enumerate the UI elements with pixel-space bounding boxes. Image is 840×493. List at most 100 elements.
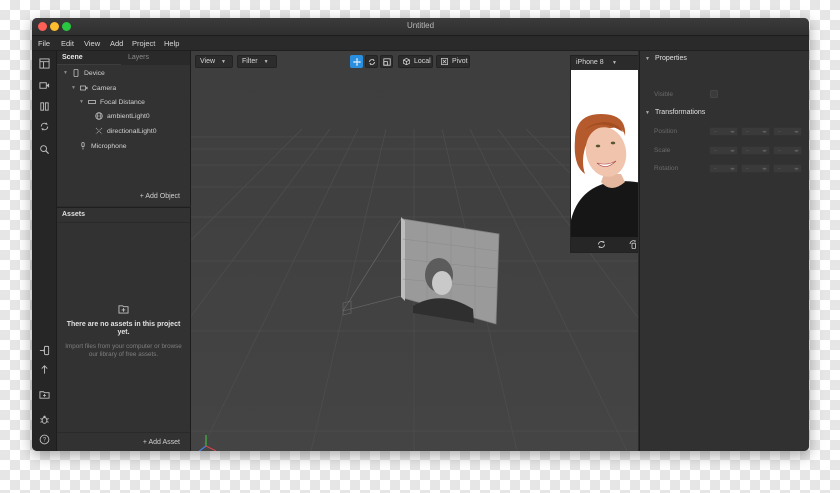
field-value: – [778, 148, 781, 154]
device-preview-header: iPhone 8 ▼ ≡ [571, 56, 638, 69]
tab-scene[interactable]: Scene [62, 54, 83, 61]
view-dropdown[interactable]: View ▼ [195, 55, 233, 68]
visible-checkbox[interactable] [710, 90, 718, 98]
view-dropdown-label: View [200, 58, 216, 65]
zoom-icon[interactable] [37, 142, 51, 156]
microphone-icon [79, 142, 87, 150]
tree-item-device[interactable]: ▼ Device [63, 67, 105, 79]
position-z-field[interactable]: – ◂▸ [773, 127, 802, 136]
stepper-icon: ◂▸ [761, 148, 767, 154]
send-to-device-icon[interactable] [37, 343, 51, 357]
layout-icon[interactable] [37, 56, 51, 70]
menu-add[interactable]: Add [110, 39, 123, 48]
tree-item-label: Microphone [91, 142, 127, 150]
add-asset-button[interactable]: + Add Asset [143, 439, 180, 446]
properties-title: Properties [654, 55, 687, 62]
divider [57, 432, 190, 433]
tree-item-ambient-light[interactable]: ambientLight0 [95, 110, 150, 122]
pivot-label: Pivot [452, 58, 468, 65]
columns-icon[interactable] [37, 99, 51, 113]
cube-icon [403, 58, 410, 65]
add-object-button[interactable]: + Add Object [140, 193, 180, 200]
scale-x-field[interactable]: – ◂▸ [709, 146, 738, 155]
rotate-icon [368, 58, 375, 65]
rotate-tool-button[interactable] [365, 55, 378, 68]
tree-item-focal-distance[interactable]: ▼ Focal Distance [79, 96, 145, 108]
rotation-label: Rotation [654, 165, 679, 172]
device-select[interactable]: iPhone 8 [576, 59, 604, 66]
scale-icon [382, 57, 391, 66]
field-value: – [714, 166, 717, 172]
empty-assets-hint: Import files from your computer or brows… [65, 343, 182, 358]
stepper-icon: ◂▸ [793, 129, 799, 135]
scale-tool-button[interactable] [380, 55, 393, 68]
rotation-y-field[interactable]: – ◂▸ [741, 164, 770, 173]
flip-camera-icon[interactable] [597, 240, 606, 249]
video-icon[interactable] [37, 78, 51, 92]
help-icon[interactable]: ? [37, 432, 51, 446]
move-tool-button[interactable] [350, 55, 363, 68]
tree-item-camera[interactable]: ▼ Camera [71, 82, 116, 94]
chevron-down-icon[interactable]: ▼ [612, 60, 617, 66]
title-bar: Untitled [32, 18, 809, 36]
rotation-z-field[interactable]: – ◂▸ [773, 164, 802, 173]
rotation-x-field[interactable]: – ◂▸ [709, 164, 738, 173]
stepper-icon: ◂▸ [793, 166, 799, 172]
camera-feed-image [571, 70, 638, 238]
local-space-label: Local [414, 58, 431, 65]
filter-dropdown[interactable]: Filter ▼ [237, 55, 277, 68]
tree-item-label: Focal Distance [100, 98, 145, 106]
pivot-button[interactable]: Pivot [436, 55, 470, 68]
light-icon [95, 127, 103, 135]
position-y-field[interactable]: – ◂▸ [741, 127, 770, 136]
transformations-section-header[interactable]: ▼ Transformations [645, 109, 705, 116]
sync-icon[interactable] [37, 119, 51, 133]
empty-assets-title: There are no assets in this project yet. [66, 321, 181, 336]
stepper-icon: ◂▸ [761, 129, 767, 135]
device-preview-footer [571, 237, 638, 252]
device-preview: iPhone 8 ▼ ≡ [570, 55, 638, 253]
tree-item-label: Camera [92, 84, 117, 92]
scene-tabs: Scene Layers [57, 51, 190, 65]
expand-triangle-icon[interactable]: ▼ [63, 70, 68, 76]
folder-icon[interactable] [37, 387, 51, 401]
divider [57, 222, 190, 223]
menu-project[interactable]: Project [132, 39, 155, 48]
stepper-icon: ◂▸ [729, 166, 735, 172]
add-folder-icon [118, 304, 129, 316]
position-x-field[interactable]: – ◂▸ [709, 127, 738, 136]
scale-y-field[interactable]: – ◂▸ [741, 146, 770, 155]
stepper-icon: ◂▸ [729, 148, 735, 154]
field-value: – [746, 148, 749, 154]
menu-edit[interactable]: Edit [61, 39, 74, 48]
properties-panel: ▼ Properties Visible ▼ Transformations P… [639, 51, 809, 451]
app-window: Untitled File Edit View Add Project Help [32, 18, 809, 451]
properties-section-header[interactable]: ▼ Properties [645, 55, 687, 62]
tree-item-label: directionalLight0 [107, 127, 157, 135]
menu-view[interactable]: View [84, 39, 100, 48]
tree-item-directional-light[interactable]: directionalLight0 [95, 125, 157, 137]
local-space-button[interactable]: Local [398, 55, 433, 68]
menu-help[interactable]: Help [164, 39, 179, 48]
expand-triangle-icon[interactable]: ▼ [71, 85, 76, 91]
focal-icon [88, 98, 96, 106]
tree-item-microphone[interactable]: Microphone [79, 140, 127, 152]
expand-triangle-icon[interactable]: ▼ [79, 99, 84, 105]
tree-item-label: Device [84, 69, 105, 77]
rotate-device-icon[interactable] [629, 240, 638, 249]
chevron-down-icon: ▼ [263, 58, 269, 65]
stepper-icon: ◂▸ [793, 148, 799, 154]
menu-bar: File Edit View Add Project Help [32, 36, 809, 51]
scale-z-field[interactable]: – ◂▸ [773, 146, 802, 155]
visible-label: Visible [654, 91, 674, 98]
tool-rail: ? [32, 51, 57, 451]
upload-icon[interactable] [37, 362, 51, 376]
field-value: – [778, 166, 781, 172]
bug-icon[interactable] [37, 412, 51, 426]
scene-viewport[interactable]: View ▼ Filter ▼ Local Pivot iPhone 8 ▼ [191, 51, 638, 451]
collapse-triangle-icon[interactable]: ▼ [645, 110, 650, 116]
tab-layers[interactable]: Layers [128, 54, 149, 61]
menu-file[interactable]: File [38, 39, 50, 48]
collapse-triangle-icon[interactable]: ▼ [645, 56, 650, 62]
tree-item-label: ambientLight0 [107, 112, 150, 120]
